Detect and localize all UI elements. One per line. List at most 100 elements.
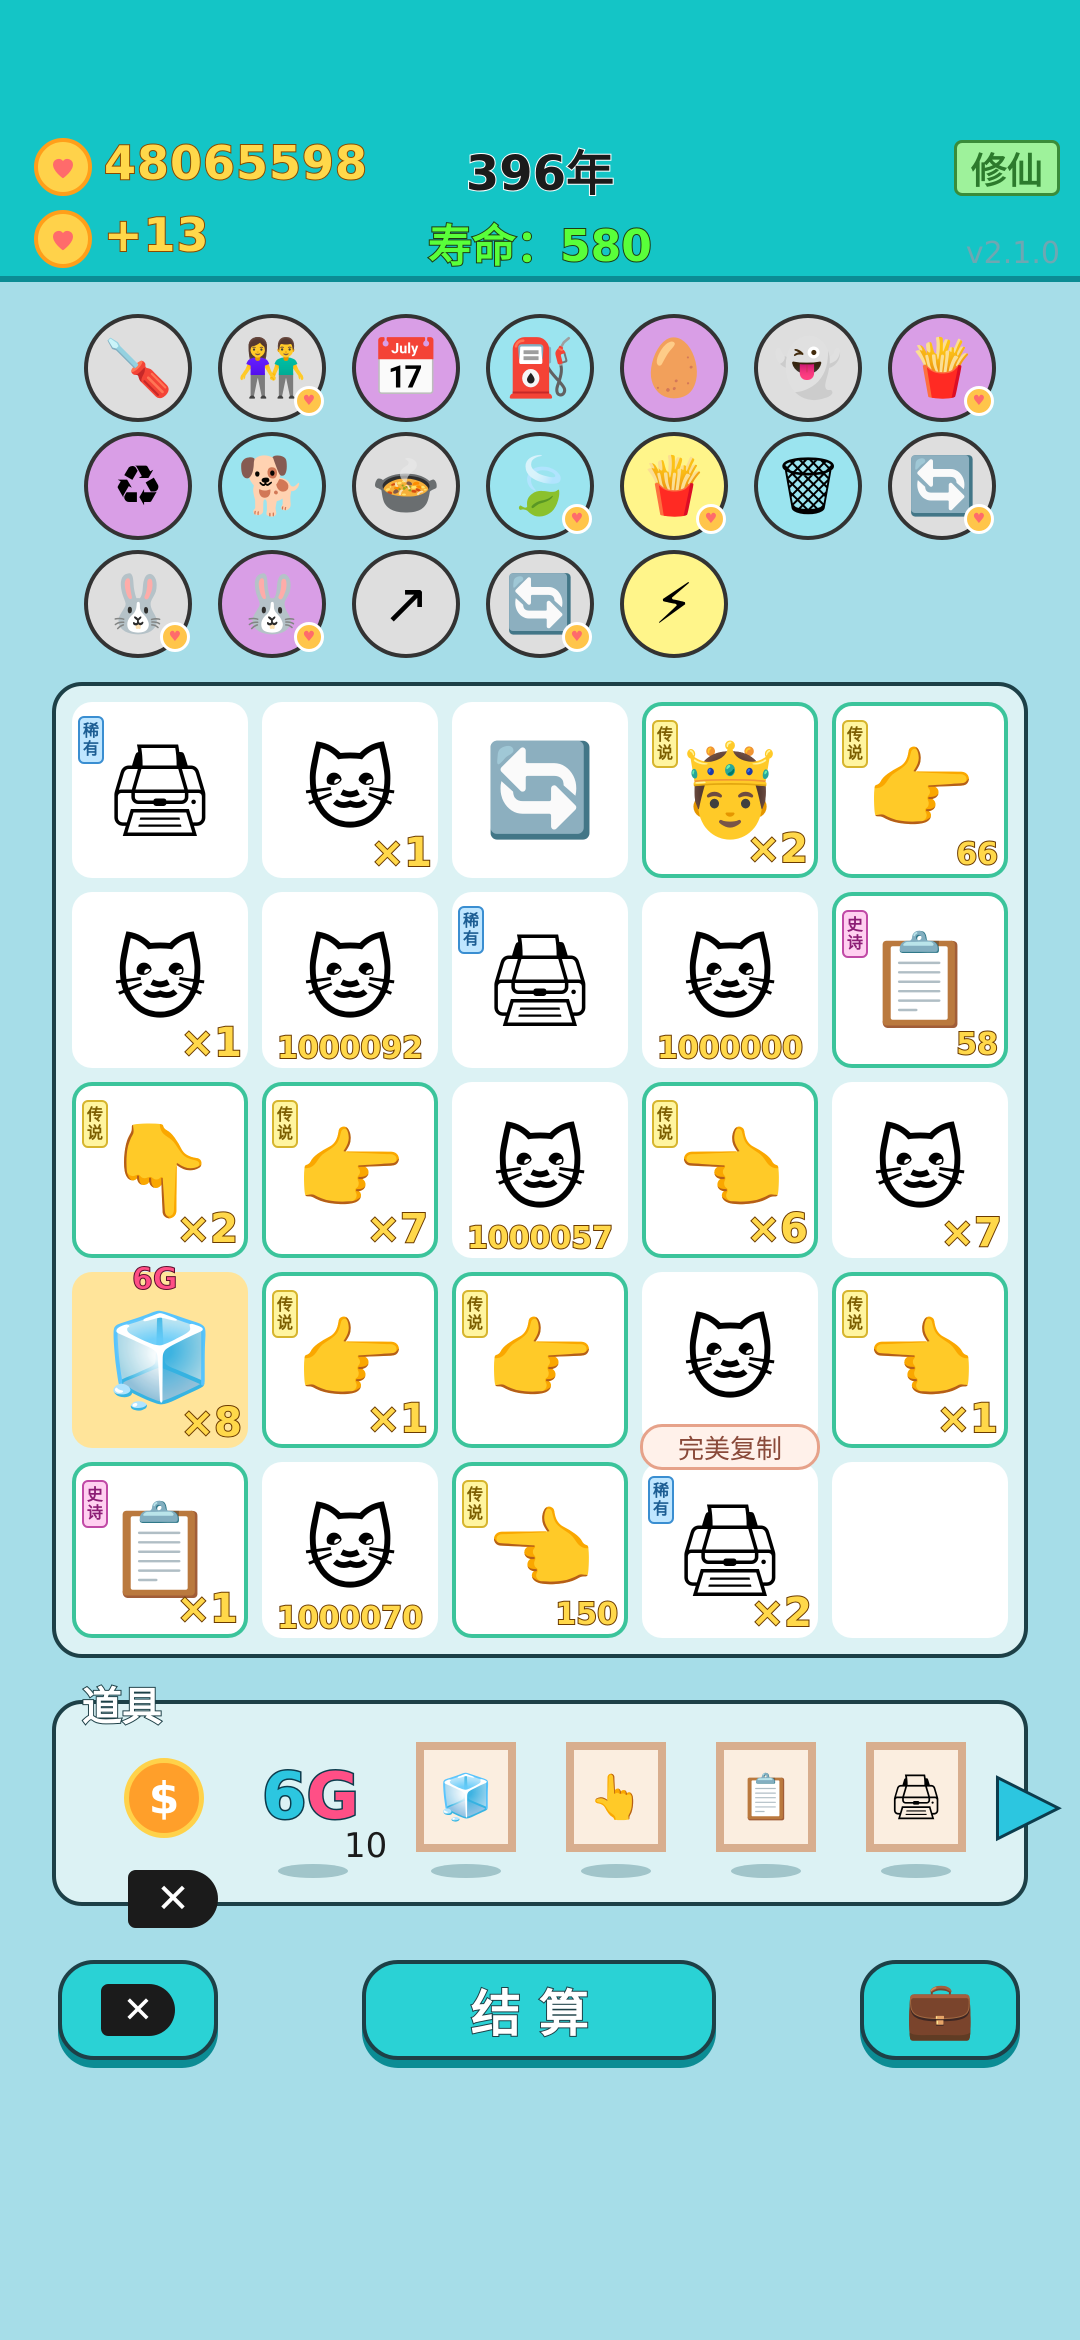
board-cell-cat[interactable]: 🐱 1000070 [262,1462,438,1638]
cell-count: 150 [554,1596,619,1633]
cultivate-button[interactable]: 修仙 [954,140,1060,196]
sixg-prop[interactable]: 6G [261,1759,361,1836]
egg-icon[interactable]: 🥚 [620,314,728,422]
board-cell-copy[interactable]: 📋 史诗 58 [832,892,1008,1068]
version-label: v2.1.0 [965,236,1060,271]
board-cell-cat[interactable]: 🐱 1000000 [642,892,818,1068]
board-cell-cat[interactable]: 🐱 1000057 [452,1082,628,1258]
lightning-icon[interactable]: ⚡ [620,550,728,658]
rabbit-icon[interactable]: 🐰 ♥ [84,550,192,658]
cat-icon: 🐱 [303,737,397,843]
board-cell-cat[interactable]: 🐱 ×1 [262,702,438,878]
next-arrow-icon[interactable]: ▶ [996,1753,1061,1849]
pump-icon-glyph: ⛽ [505,336,575,401]
board-cell-hand[interactable]: 👈 传说 ×1 [832,1272,1008,1448]
refresh-icon[interactable]: 🔄 ♥ [888,432,996,540]
cell-count: 1000092 [276,1030,424,1067]
rarity-tag: 传说 [842,720,868,768]
board-cell-empty[interactable] [832,1462,1008,1638]
fries-icon[interactable]: 🍟 ♥ [620,432,728,540]
printer-icon: 🖨 [102,737,218,843]
board-cell-printer[interactable]: 🖨 稀有 [72,702,248,878]
copy-prop-frame[interactable]: 📋 [716,1742,816,1852]
cell-count: ×1 [370,829,433,877]
fridge-icon: 🧊 [438,1772,494,1823]
heart-badge-icon: ♥ [160,622,190,652]
board-cell-hand[interactable]: 👉 传说 ×7 [262,1082,438,1258]
printer-icon: 🖨 [888,1772,944,1823]
rarity-tag: 稀有 [78,716,104,764]
leaf-icon[interactable]: 🍃 ♥ [486,432,594,540]
rarity-tag: 史诗 [842,910,868,958]
refresh-icon[interactable]: 🔄 ♥ [486,550,594,658]
screwdriver-icon[interactable]: 🪛 [84,314,192,422]
recycle-icon-glyph: ♻ [112,453,164,519]
board-cell-hand[interactable]: 👉 传说 ×1 [262,1272,438,1448]
cell-count: 58 [955,1026,999,1063]
screwdriver-icon-glyph: 🪛 [103,336,173,401]
sixg-g: G [305,1759,361,1836]
prop-shadow [581,1864,651,1878]
board-cell-hand[interactable]: 👈 传说 150 [452,1462,628,1638]
props-title: 道具 [81,1683,163,1731]
bag-button[interactable]: 💼 [860,1960,1020,2060]
cat-icon: 🐱 [493,1117,587,1223]
board-cell-printer[interactable]: 🖨 稀有 ×2 [642,1462,818,1638]
trash-bag-icon[interactable]: 🗑 [754,432,862,540]
board-cell-hand[interactable]: 👈 传说 ×6 [642,1082,818,1258]
board-cell-hand[interactable]: 👇 传说 ×2 [72,1082,248,1258]
copy-icon: 📋 [738,1772,794,1823]
calendar-icon[interactable]: 📅 [352,314,460,422]
arrow-up-icon-glyph: ↗ [382,571,430,637]
fries-icon[interactable]: 🍟 ♥ [888,314,996,422]
arrow-up-icon[interactable]: ↗ [352,550,460,658]
cell-count: 66 [955,836,999,873]
rarity-tag: 传说 [652,720,678,768]
rarity-tag: 稀有 [458,906,484,954]
cat-icon: 🐱 [113,927,207,1033]
board-cell-king-face[interactable]: 🤴 传说 ×2 [642,702,818,878]
rarity-tag: 史诗 [82,1480,108,1528]
board-cell-hand[interactable]: 👉 传说 66 [832,702,1008,878]
cat-icon: 🐱 [303,1497,397,1603]
rabbit-icon[interactable]: 🐰 ♥ [218,550,326,658]
fridge-6g-label: 6G [132,1262,178,1298]
rarity-tag: 传说 [462,1480,488,1528]
cell-count: ×8 [180,1399,243,1447]
cell-count: ×1 [936,1395,999,1443]
cell-count: 1000070 [276,1600,424,1637]
pump-icon[interactable]: ⛽ [486,314,594,422]
cell-count: ×7 [366,1205,429,1253]
ghost-icon[interactable]: 👻 [754,314,862,422]
board-cell-cat[interactable]: 🐱 ×1 [72,892,248,1068]
board-cell-printer[interactable]: 🖨 稀有 [452,892,628,1068]
heart-badge-icon: ♥ [964,504,994,534]
delete-button[interactable]: ✕ [58,1960,218,2060]
cell-count: ×2 [750,1589,813,1637]
dog-icon[interactable]: 🐕 [218,432,326,540]
pot-icon[interactable]: 🍲 [352,432,460,540]
close-tag-icon[interactable]: ✕ [128,1870,218,1928]
couple-icon[interactable]: 👫 ♥ [218,314,326,422]
printer-icon: 🖨 [482,927,598,1033]
ghost-icon-glyph: 👻 [773,336,843,401]
fridge-prop-frame[interactable]: 🧊 [416,1742,516,1852]
recycle-icon[interactable]: ♻ [84,432,192,540]
board-cell-cat[interactable]: 🐱 ×7 [832,1082,1008,1258]
board-cell-cycle-bowl[interactable]: 🔄 [452,702,628,878]
briefcase-icon: 💼 [905,1978,975,2043]
printer-prop-frame[interactable]: 🖨 [866,1742,966,1852]
board-cell-fridge[interactable]: 🧊 ×8 [72,1272,248,1448]
dollar-coin-icon[interactable]: $ [124,1758,204,1838]
cycle-bowl-icon: 🔄 [483,737,597,843]
board-cell-copy[interactable]: 📋 史诗 ×1 [72,1462,248,1638]
cell-count: ×1 [366,1395,429,1443]
lightning-icon-glyph: ⚡ [654,571,694,637]
board-cell-cat[interactable]: 🐱 1000092 [262,892,438,1068]
board-cell-cat[interactable]: 🐱 [642,1272,818,1448]
hand-prop-frame[interactable]: 👆 [566,1742,666,1852]
board-cell-hand[interactable]: 👉 传说 [452,1272,628,1448]
hand-icon: 👆 [588,1772,644,1823]
settle-button[interactable]: 结算 [362,1960,716,2060]
cat-icon: 🐱 [683,927,777,1033]
